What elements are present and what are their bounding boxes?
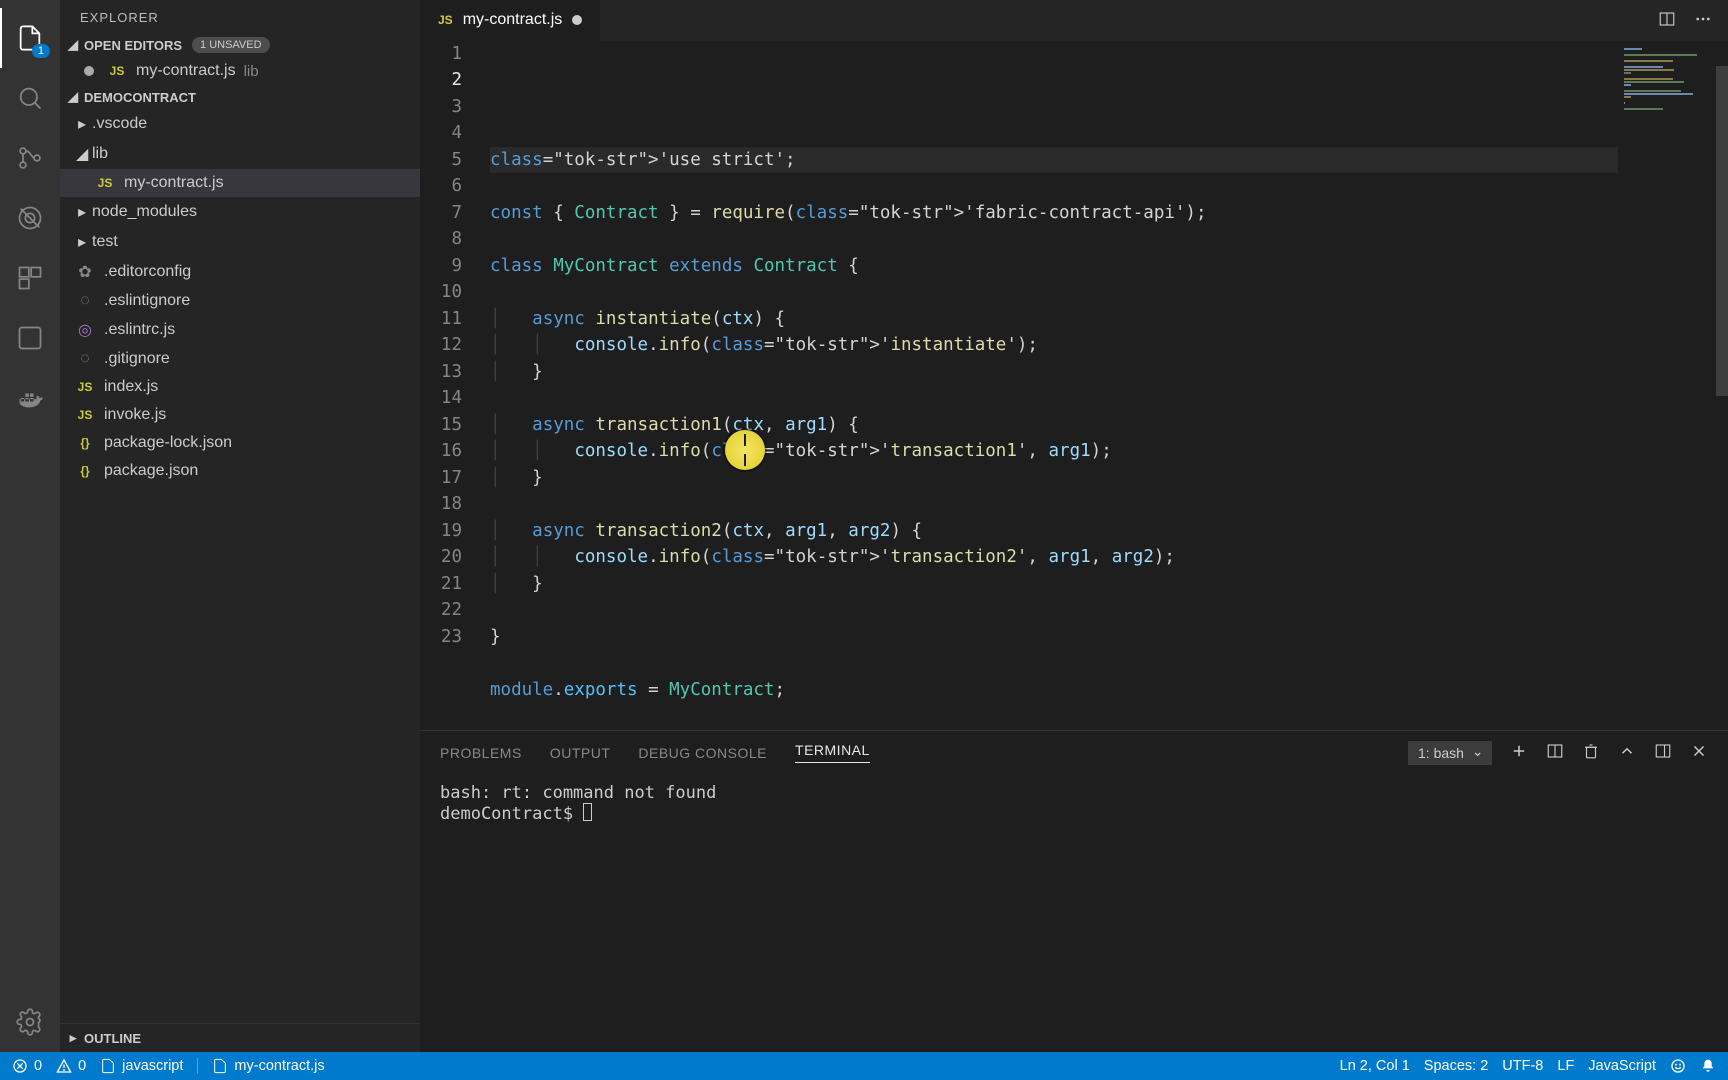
status-eol[interactable]: LF: [1557, 1058, 1574, 1074]
file-icon: ◌: [76, 350, 94, 368]
bottom-panel: PROBLEMS OUTPUT DEBUG CONSOLE TERMINAL 1…: [420, 730, 1728, 1052]
file-name: my-contract.js: [124, 174, 224, 192]
split-terminal-icon[interactable]: [1546, 742, 1564, 763]
js-icon: JS: [76, 380, 94, 394]
file-name: .editorconfig: [104, 263, 191, 281]
target-icon: ◎: [76, 320, 94, 340]
js-icon: JS: [108, 64, 126, 78]
open-editor-name: my-contract.js: [136, 62, 236, 80]
file-icon: ◌: [76, 292, 94, 310]
open-editor-dir: lib: [244, 63, 259, 80]
code-content[interactable]: class="tok-str">'use strict'; const { Co…: [490, 41, 1728, 730]
status-spaces[interactable]: Spaces: 2: [1424, 1058, 1489, 1074]
file-item[interactable]: JS invoke.js: [60, 401, 420, 429]
status-language[interactable]: JavaScript: [1588, 1058, 1656, 1074]
file-item[interactable]: ◌ .eslintignore: [60, 287, 420, 315]
editor-tabs: JS my-contract.js: [420, 0, 1728, 41]
file-item[interactable]: JS my-contract.js: [60, 169, 420, 197]
file-name: .vscode: [92, 115, 147, 133]
file-tree: ▸.vscode◢lib JS my-contract.js ▸node_module…: [60, 109, 420, 485]
activity-scm[interactable]: [0, 128, 60, 188]
unsaved-badge: 1 UNSAVED: [192, 37, 270, 53]
js-icon: JS: [438, 13, 453, 27]
js-icon: JS: [76, 408, 94, 422]
outline-header[interactable]: ▸ OUTLINE: [60, 1023, 420, 1052]
line-gutter: 1234567891011121314151617181920212223: [420, 41, 490, 730]
panel-tab-problems[interactable]: PROBLEMS: [440, 745, 522, 761]
file-item[interactable]: {} package.json: [60, 457, 420, 485]
panel-tabs: PROBLEMS OUTPUT DEBUG CONSOLE TERMINAL 1…: [420, 731, 1728, 775]
sidebar: EXPLORER ◢ OPEN EDITORS 1 UNSAVED JS my-…: [60, 0, 420, 1052]
file-item[interactable]: ✿ .editorconfig: [60, 257, 420, 287]
file-name: package-lock.json: [104, 434, 232, 452]
json-icon: {}: [76, 436, 94, 450]
panel-tab-terminal[interactable]: TERMINAL: [795, 742, 870, 763]
file-name: .gitignore: [104, 350, 170, 368]
sidebar-title: EXPLORER: [60, 0, 420, 33]
folder-item[interactable]: ◢lib: [60, 139, 420, 169]
status-errors[interactable]: 0: [12, 1058, 42, 1074]
file-item[interactable]: ◌ .gitignore: [60, 345, 420, 373]
move-panel-icon[interactable]: [1654, 742, 1672, 763]
status-feedback-icon[interactable]: [1670, 1058, 1686, 1074]
file-item[interactable]: ◎ .eslintrc.js: [60, 315, 420, 345]
status-file[interactable]: my-contract.js: [212, 1058, 324, 1074]
outline-label: OUTLINE: [84, 1031, 141, 1046]
folder-item[interactable]: ▸test: [60, 227, 420, 257]
file-item[interactable]: JS index.js: [60, 373, 420, 401]
editor-tab[interactable]: JS my-contract.js: [420, 0, 601, 41]
terminal-body[interactable]: bash: rt: command not found demoContract…: [420, 775, 1728, 1052]
unsaved-dot-icon: [84, 66, 94, 76]
project-name: DEMOCONTRACT: [84, 90, 196, 105]
activity-settings[interactable]: [0, 992, 60, 1052]
activity-debug[interactable]: [0, 188, 60, 248]
open-editor-item[interactable]: JS my-contract.js lib: [60, 57, 420, 85]
activity-explorer[interactable]: 1: [0, 8, 60, 68]
unsaved-indicator-icon: [572, 15, 582, 25]
status-lint[interactable]: javascript: [100, 1058, 183, 1074]
file-name: index.js: [104, 378, 158, 396]
panel-tab-debug[interactable]: DEBUG CONSOLE: [638, 745, 767, 761]
file-name: .eslintignore: [104, 292, 190, 310]
folder-item[interactable]: ▸node_modules: [60, 197, 420, 227]
kill-terminal-icon[interactable]: [1582, 742, 1600, 763]
activity-docker[interactable]: [0, 368, 60, 428]
maximize-panel-icon[interactable]: [1618, 742, 1636, 763]
status-bar: 0 0 javascript my-contract.js Ln 2, Col …: [0, 1052, 1728, 1080]
folder-item[interactable]: ▸.vscode: [60, 109, 420, 139]
gear-icon: ✿: [76, 262, 94, 282]
activity-extensions[interactable]: [0, 248, 60, 308]
close-panel-icon[interactable]: [1690, 742, 1708, 763]
code-editor[interactable]: 1234567891011121314151617181920212223 cl…: [420, 41, 1728, 730]
open-editors-header[interactable]: ◢ OPEN EDITORS 1 UNSAVED: [60, 33, 420, 57]
panel-tab-output[interactable]: OUTPUT: [550, 745, 611, 761]
more-actions-icon[interactable]: [1694, 10, 1712, 31]
status-encoding[interactable]: UTF-8: [1502, 1058, 1543, 1074]
activity-search[interactable]: [0, 68, 60, 128]
file-name: lib: [92, 145, 108, 163]
file-name: node_modules: [92, 203, 197, 221]
tab-filename: my-contract.js: [463, 11, 563, 29]
file-name: package.json: [104, 462, 198, 480]
cursor-highlight-icon: [725, 430, 765, 470]
file-name: .eslintrc.js: [104, 321, 175, 339]
status-cursor[interactable]: Ln 2, Col 1: [1340, 1058, 1410, 1074]
terminal-select[interactable]: 1: bash: [1408, 741, 1492, 765]
status-warnings[interactable]: 0: [56, 1058, 86, 1074]
status-bell-icon[interactable]: [1700, 1058, 1716, 1074]
activity-bar: 1: [0, 0, 60, 1052]
open-editors-label: OPEN EDITORS: [84, 38, 182, 53]
split-editor-icon[interactable]: [1658, 10, 1676, 31]
new-terminal-icon[interactable]: [1510, 742, 1528, 763]
activity-badge: 1: [32, 44, 50, 58]
json-icon: {}: [76, 464, 94, 478]
project-header[interactable]: ◢ DEMOCONTRACT: [60, 85, 420, 109]
activity-ibm[interactable]: [0, 308, 60, 368]
file-name: invoke.js: [104, 406, 166, 424]
editor-group: JS my-contract.js 1234567891011121314151…: [420, 0, 1728, 1052]
js-icon: JS: [96, 176, 114, 190]
file-name: test: [92, 233, 118, 251]
minimap[interactable]: [1618, 41, 1728, 730]
file-item[interactable]: {} package-lock.json: [60, 429, 420, 457]
